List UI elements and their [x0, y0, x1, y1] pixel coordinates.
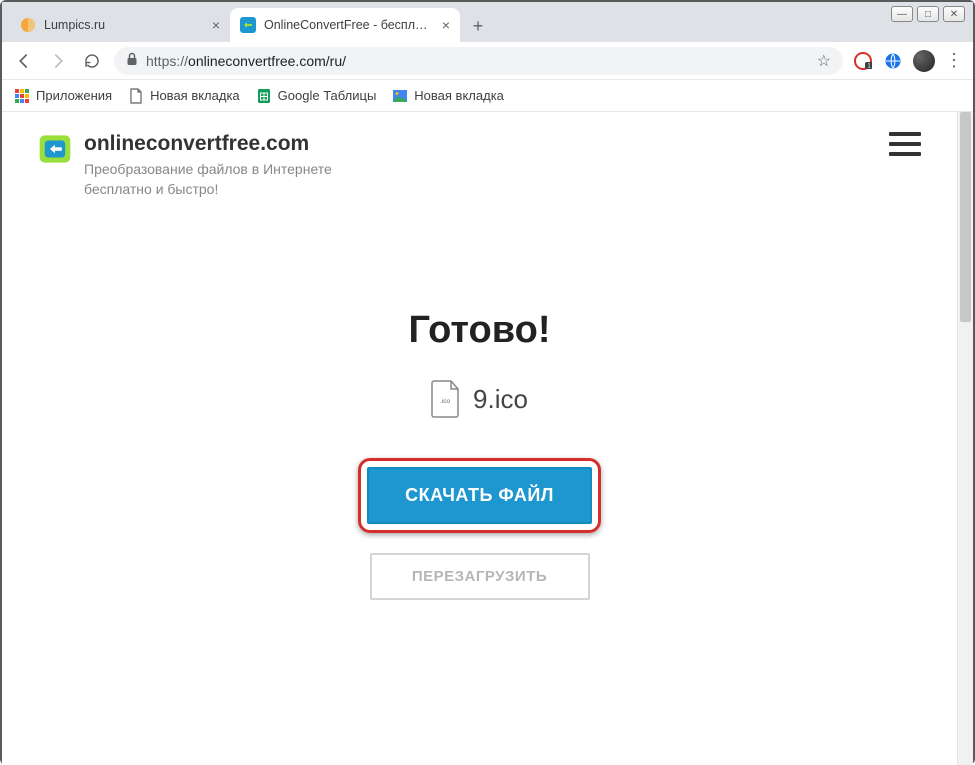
window-maximize-button[interactable]: □	[917, 6, 939, 22]
bookmark-google-sheets[interactable]: Google Таблицы	[256, 88, 377, 104]
tab-title: Lumpics.ru	[44, 18, 204, 32]
download-button[interactable]: СКАЧАТЬ ФАЙЛ	[367, 467, 592, 524]
result-file-row: .ico 9.ico	[38, 380, 921, 418]
site-slogan: Преобразование файлов в Интернете беспла…	[84, 160, 344, 199]
lock-icon	[126, 52, 138, 69]
tab-title: OnlineConvertFree - бесплатный	[264, 18, 434, 32]
bookmark-label: Google Таблицы	[278, 88, 377, 103]
window-controls: — □ ✕	[891, 6, 965, 22]
main-content: Готово! .ico 9.ico СКАЧАТЬ ФАЙЛ ПЕРЕЗАГР…	[38, 309, 921, 600]
address-bar[interactable]: https://onlineconvertfree.com/ru/ ☆	[114, 47, 843, 75]
url-text: https://onlineconvertfree.com/ru/	[146, 53, 809, 69]
site-brand[interactable]: onlineconvertfree.com Преобразование фай…	[38, 132, 344, 199]
bookmark-label: Приложения	[36, 88, 112, 103]
bookmark-label: Новая вкладка	[414, 88, 504, 103]
svg-text:.ico: .ico	[440, 398, 451, 405]
bookmark-apps[interactable]: Приложения	[14, 88, 112, 104]
file-ico-icon: .ico	[431, 380, 461, 418]
back-button[interactable]	[12, 49, 36, 73]
new-tab-button[interactable]: +	[464, 12, 492, 40]
profile-avatar[interactable]	[913, 50, 935, 72]
extension-icon-2[interactable]	[883, 51, 903, 71]
site-header: onlineconvertfree.com Преобразование фай…	[38, 132, 921, 199]
picture-icon	[392, 88, 408, 104]
page-viewport: onlineconvertfree.com Преобразование фай…	[2, 112, 973, 765]
page-content: onlineconvertfree.com Преобразование фай…	[2, 112, 957, 765]
bookmark-star-icon[interactable]: ☆	[817, 51, 831, 71]
forward-button[interactable]	[46, 49, 70, 73]
apps-icon	[14, 88, 30, 104]
result-filename: 9.ico	[473, 384, 528, 415]
bookmark-label: Новая вкладка	[150, 88, 240, 103]
bookmark-new-tab-2[interactable]: Новая вкладка	[392, 88, 504, 104]
tab-strip: Lumpics.ru × OnlineConvertFree - бесплат…	[2, 2, 973, 42]
page-icon	[128, 88, 144, 104]
window-close-button[interactable]: ✕	[943, 6, 965, 22]
favicon-ocf	[240, 17, 256, 33]
favicon-lumpics	[20, 17, 36, 33]
tab-close-icon[interactable]: ×	[212, 17, 220, 33]
done-heading: Готово!	[38, 309, 921, 352]
site-name: onlineconvertfree.com	[84, 132, 344, 156]
tab-lumpics[interactable]: Lumpics.ru ×	[10, 8, 230, 42]
bookmarks-bar: Приложения Новая вкладка Google Таблицы …	[2, 80, 973, 112]
window-minimize-button[interactable]: —	[891, 6, 913, 22]
extension-icon-1[interactable]: 1	[853, 51, 873, 71]
browser-toolbar: https://onlineconvertfree.com/ru/ ☆ 1 ⋮	[2, 42, 973, 80]
tab-onlineconvertfree[interactable]: OnlineConvertFree - бесплатный ×	[230, 8, 460, 42]
vertical-scrollbar[interactable]	[957, 112, 973, 765]
site-menu-button[interactable]	[889, 132, 921, 156]
download-highlight: СКАЧАТЬ ФАЙЛ	[358, 458, 601, 533]
sheets-icon	[256, 88, 272, 104]
site-logo-icon	[38, 132, 72, 166]
reload-file-button[interactable]: ПЕРЕЗАГРУЗИТЬ	[370, 553, 590, 600]
browser-menu-button[interactable]: ⋮	[945, 50, 963, 71]
tab-close-icon[interactable]: ×	[442, 17, 450, 33]
bookmark-new-tab-1[interactable]: Новая вкладка	[128, 88, 240, 104]
reload-button[interactable]	[80, 49, 104, 73]
scrollbar-thumb[interactable]	[960, 112, 971, 322]
